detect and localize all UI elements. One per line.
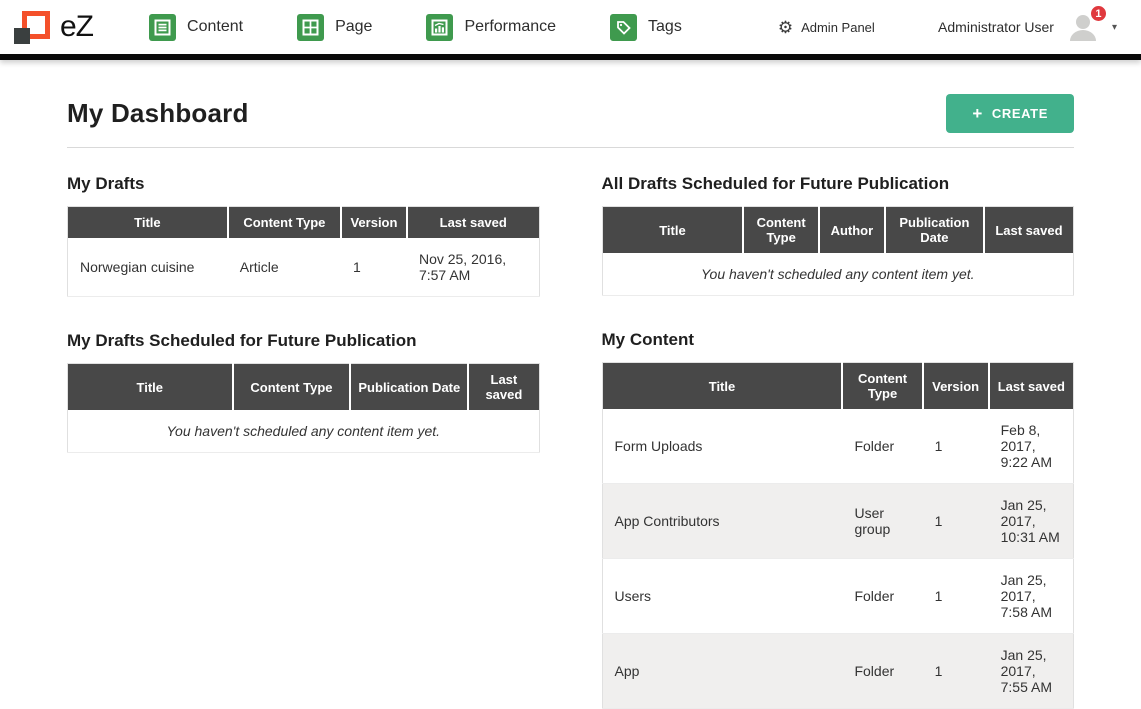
notification-badge[interactable]: 1 [1090, 5, 1107, 22]
panel-my-drafts-scheduled: My Drafts Scheduled for Future Publicati… [67, 331, 540, 453]
user-avatar[interactable]: 1 [1066, 13, 1100, 41]
nav-item-tags[interactable]: Tags [610, 14, 682, 41]
table-cell: 1 [923, 634, 989, 709]
table-cell: Folder [842, 559, 922, 634]
column-header: Last saved [407, 207, 539, 239]
table-header-row: TitleContent TypePublication DateLast sa… [68, 364, 540, 411]
table-cell: App Contributors [602, 484, 842, 559]
dashboard-columns: My Drafts TitleContent TypeVersionLast s… [67, 174, 1074, 709]
dashboard-main: My Dashboard + CREATE My Drafts TitleCon… [0, 60, 1141, 709]
panel-title: My Drafts [67, 174, 540, 194]
panel-title: All Drafts Scheduled for Future Publicat… [602, 174, 1075, 194]
table-row[interactable]: UsersFolder1Jan 25, 2017, 7:58 AM [602, 559, 1074, 634]
nav-label-page: Page [335, 18, 372, 36]
column-header: Last saved [468, 364, 539, 411]
table-cell: Form Uploads [602, 409, 842, 484]
column-header: Last saved [989, 363, 1074, 410]
table-header-row: TitleContent TypeVersionLast saved [602, 363, 1074, 410]
column-header: Content Type [233, 364, 351, 411]
all-drafts-scheduled-table: TitleContent TypeAuthorPublication DateL… [602, 206, 1075, 296]
ez-logo-icon [14, 8, 56, 46]
table-cell: 1 [341, 238, 407, 297]
page-title: My Dashboard [67, 98, 249, 129]
column-header: Content Type [842, 363, 922, 410]
table-cell: Article [228, 238, 341, 297]
user-name: Administrator User [938, 19, 1054, 35]
panel-title: My Content [602, 330, 1075, 350]
table-row[interactable]: App ContributorsUser group1Jan 25, 2017,… [602, 484, 1074, 559]
panel-all-drafts-scheduled: All Drafts Scheduled for Future Publicat… [602, 174, 1075, 296]
column-header: Author [819, 207, 885, 254]
empty-state-row: You haven't scheduled any content item y… [602, 253, 1074, 296]
admin-panel-label: Admin Panel [801, 20, 875, 35]
my-drafts-table: TitleContent TypeVersionLast savedNorweg… [67, 206, 540, 297]
table-cell: Norwegian cuisine [68, 238, 228, 297]
table-cell: Feb 8, 2017, 9:22 AM [989, 409, 1074, 484]
nav-label-content: Content [187, 18, 243, 36]
page-icon [297, 14, 324, 41]
table-cell: App [602, 634, 842, 709]
column-header: Title [68, 364, 233, 411]
table-cell: Jan 25, 2017, 7:55 AM [989, 634, 1074, 709]
empty-state-row: You haven't scheduled any content item y… [68, 410, 540, 453]
table-cell: 1 [923, 559, 989, 634]
plus-icon: + [972, 107, 983, 121]
empty-state-message: You haven't scheduled any content item y… [602, 253, 1074, 296]
admin-panel-menu[interactable]: ⚙ Admin Panel [778, 19, 875, 36]
table-row[interactable]: Norwegian cuisineArticle1Nov 25, 2016, 7… [68, 238, 540, 297]
table-cell: Jan 25, 2017, 7:58 AM [989, 559, 1074, 634]
main-nav: Content Page Per [149, 14, 682, 41]
ez-logo[interactable]: eZ [14, 8, 93, 46]
create-button[interactable]: + CREATE [946, 94, 1074, 133]
logo-filled-square [14, 28, 30, 44]
table-cell: 1 [923, 484, 989, 559]
panel-title: My Drafts Scheduled for Future Publicati… [67, 331, 540, 351]
column-header: Last saved [984, 207, 1074, 254]
panel-my-drafts: My Drafts TitleContent TypeVersionLast s… [67, 174, 540, 297]
table-cell: Nov 25, 2016, 7:57 AM [407, 238, 539, 297]
left-column: My Drafts TitleContent TypeVersionLast s… [67, 174, 540, 709]
navbar-user-area: Administrator User 1 ▾ [938, 13, 1117, 41]
chevron-down-icon[interactable]: ▾ [1112, 22, 1117, 33]
empty-state-message: You haven't scheduled any content item y… [68, 410, 540, 453]
nav-item-page[interactable]: Page [297, 14, 372, 41]
nav-label-tags: Tags [648, 18, 682, 36]
column-header: Content Type [743, 207, 818, 254]
tags-icon [610, 14, 637, 41]
gear-icon: ⚙ [778, 19, 793, 36]
table-cell: Folder [842, 634, 922, 709]
table-header-row: TitleContent TypeVersionLast saved [68, 207, 540, 239]
column-header: Version [923, 363, 989, 410]
panel-my-content: My Content TitleContent TypeVersionLast … [602, 330, 1075, 709]
my-content-table: TitleContent TypeVersionLast savedForm U… [602, 362, 1075, 709]
nav-item-content[interactable]: Content [149, 14, 243, 41]
create-button-label: CREATE [992, 106, 1048, 121]
table-header-row: TitleContent TypeAuthorPublication DateL… [602, 207, 1074, 254]
table-row[interactable]: Form UploadsFolder1Feb 8, 2017, 9:22 AM [602, 409, 1074, 484]
column-header: Publication Date [350, 364, 468, 411]
column-header: Version [341, 207, 407, 239]
performance-icon [426, 14, 453, 41]
table-cell: Folder [842, 409, 922, 484]
column-header: Title [602, 207, 743, 254]
logo-text: eZ [60, 10, 93, 44]
column-header: Title [68, 207, 228, 239]
nav-label-performance: Performance [464, 18, 556, 36]
column-header: Content Type [228, 207, 341, 239]
table-row[interactable]: AppFolder1Jan 25, 2017, 7:55 AM [602, 634, 1074, 709]
column-header: Title [602, 363, 842, 410]
right-column: All Drafts Scheduled for Future Publicat… [602, 174, 1075, 709]
table-cell: User group [842, 484, 922, 559]
table-cell: Jan 25, 2017, 10:31 AM [989, 484, 1074, 559]
column-header: Publication Date [885, 207, 984, 254]
top-navbar: eZ Content Page [0, 0, 1141, 60]
table-cell: Users [602, 559, 842, 634]
page-header: My Dashboard + CREATE [67, 84, 1074, 148]
table-cell: 1 [923, 409, 989, 484]
nav-item-performance[interactable]: Performance [426, 14, 556, 41]
content-icon [149, 14, 176, 41]
my-drafts-scheduled-table: TitleContent TypePublication DateLast sa… [67, 363, 540, 453]
